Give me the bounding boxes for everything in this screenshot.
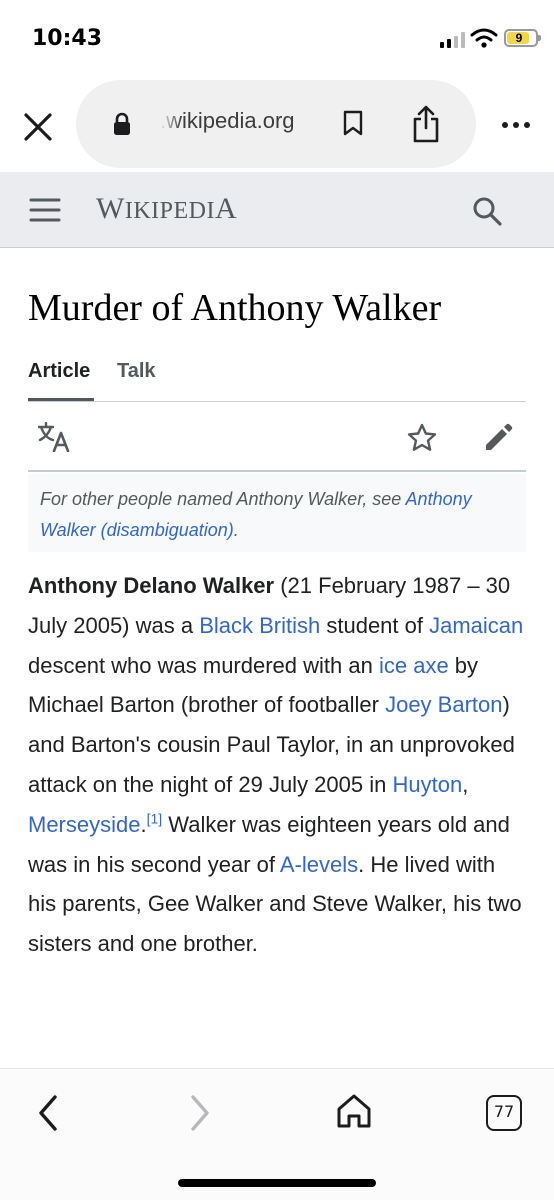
link-ice-axe[interactable]: ice axe: [379, 653, 449, 678]
language-icon[interactable]: [38, 422, 72, 452]
back-chevron-icon[interactable]: [30, 1093, 66, 1133]
search-icon[interactable]: [470, 194, 504, 228]
page-title: Murder of Anthony Walker: [28, 287, 442, 329]
home-indicator: [178, 1179, 376, 1187]
wiki-header: WIKIPEDIA: [0, 172, 554, 248]
lock-icon: [114, 112, 130, 135]
lead-paragraph: Anthony Delano Walker (21 February 1987 …: [28, 573, 524, 957]
bookmark-icon[interactable]: [342, 110, 364, 136]
watch-star-icon[interactable]: [406, 422, 438, 454]
cellular-signal-icon: [440, 32, 465, 48]
close-icon[interactable]: [18, 107, 58, 147]
browser-bottom-bar: 77: [0, 1068, 554, 1200]
forward-chevron-icon[interactable]: [182, 1093, 218, 1133]
wikipedia-wordmark[interactable]: WIKIPEDIA: [96, 192, 237, 226]
status-bar: 10:43 9: [0, 0, 554, 80]
link-jamaican[interactable]: Jamaican: [429, 613, 523, 638]
status-time: 10:43: [32, 26, 103, 51]
hatnote: For other people named Anthony Walker, s…: [28, 474, 526, 552]
link-a-levels[interactable]: A-levels: [280, 852, 358, 877]
url-fade: [160, 100, 182, 146]
hatnote-text: For other people named Anthony Walker, s…: [40, 489, 406, 509]
wifi-icon: [470, 28, 498, 48]
tab-article[interactable]: Article: [28, 360, 90, 383]
battery-icon: 9: [504, 29, 541, 47]
reference-link[interactable]: [1]: [147, 810, 163, 826]
link-joey-barton[interactable]: Joey Barton: [385, 692, 502, 717]
menu-icon[interactable]: [28, 196, 62, 224]
edit-pencil-icon[interactable]: [482, 422, 514, 454]
tab-talk[interactable]: Talk: [117, 360, 156, 383]
battery-level: 9: [515, 31, 523, 45]
link-black-british[interactable]: Black British: [199, 613, 320, 638]
page-tabs: Article Talk: [28, 360, 526, 402]
active-tab-indicator: [28, 398, 94, 401]
article-subject: Anthony Delano Walker: [28, 573, 275, 598]
tab-count-button[interactable]: 77: [486, 1095, 522, 1131]
page-actions: [28, 402, 526, 472]
browser-toolbar: .wikipedia.org: [0, 80, 554, 170]
link-huyton[interactable]: Huyton: [392, 772, 462, 797]
more-options-icon[interactable]: [496, 110, 536, 140]
share-icon[interactable]: [410, 104, 442, 144]
link-merseyside[interactable]: Merseyside: [28, 812, 140, 837]
home-icon[interactable]: [334, 1091, 374, 1131]
address-bar[interactable]: .wikipedia.org: [76, 80, 476, 168]
